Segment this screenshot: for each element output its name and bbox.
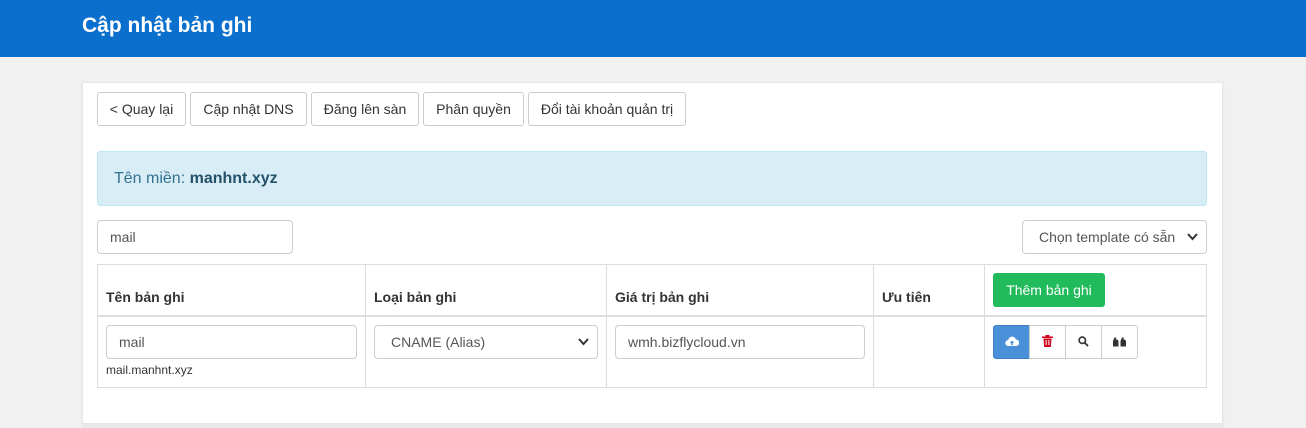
record-value-input[interactable]: wmh.bizflycloud.vn xyxy=(615,325,865,359)
column-header-type: Loại bản ghi xyxy=(374,289,457,305)
row-actions xyxy=(993,325,1138,359)
domain-label: Tên miền: manhnt.xyz xyxy=(114,170,278,187)
column-header-value: Giá trị bản ghi xyxy=(615,289,710,305)
change-admin-button[interactable]: Đổi tài khoản quản trị xyxy=(528,92,686,126)
add-record-button[interactable]: Thêm bản ghi xyxy=(993,273,1105,307)
search-icon xyxy=(1078,334,1089,350)
save-record-button[interactable] xyxy=(993,325,1030,359)
domain-alert: Tên miền: manhnt.xyz xyxy=(97,151,1207,206)
list-on-market-button[interactable]: Đăng lên sàn xyxy=(311,92,419,126)
search-input[interactable]: mail xyxy=(97,220,293,254)
panel-footer-strip xyxy=(82,424,1223,428)
quote-record-button[interactable] xyxy=(1101,325,1138,359)
record-name-input[interactable]: mail xyxy=(106,325,357,359)
column-header-priority: Ưu tiên xyxy=(882,289,931,305)
record-type-select[interactable]: CNAME (Alias) xyxy=(374,325,598,359)
delete-record-button[interactable] xyxy=(1029,325,1066,359)
page-title: Cập nhật bản ghi xyxy=(82,14,253,37)
template-select[interactable]: Chọn template có sẵn xyxy=(1022,220,1207,254)
top-bar: Cập nhật bản ghi xyxy=(0,0,1306,57)
back-button[interactable]: < Quay lại xyxy=(97,92,186,126)
cloud-upload-icon xyxy=(1004,334,1019,350)
permissions-button[interactable]: Phân quyền xyxy=(423,92,524,126)
search-record-button[interactable] xyxy=(1065,325,1102,359)
chevron-down-icon xyxy=(578,326,589,370)
column-header-name: Tên bản ghi xyxy=(106,289,185,305)
domain-value: manhnt.xyz xyxy=(189,170,278,187)
chevron-down-icon xyxy=(1187,221,1198,265)
record-fqdn: mail.manhnt.xyz xyxy=(106,363,193,377)
trash-icon xyxy=(1042,334,1053,350)
quote-icon xyxy=(1113,334,1126,350)
update-dns-button[interactable]: Cập nhật DNS xyxy=(190,92,307,126)
template-select-label: Chọn template có sẵn xyxy=(1039,229,1176,245)
row-cell-priority xyxy=(873,316,985,388)
record-type-label: CNAME (Alias) xyxy=(391,334,486,350)
